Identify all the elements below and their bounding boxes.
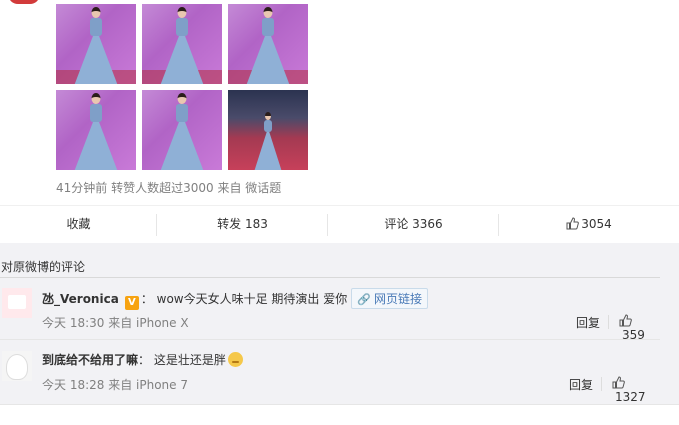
thumbs-up-icon xyxy=(566,217,580,230)
comment-like-button[interactable]: 359 xyxy=(619,314,660,342)
favorite-button[interactable]: 收藏 xyxy=(0,206,157,244)
comment-line: 到底给不给用了嘛： 这是壮还是胖 xyxy=(42,351,243,368)
photo-thumbnail-6[interactable] xyxy=(228,90,308,170)
link-icon: 🔗 xyxy=(357,293,371,306)
emoji-icon xyxy=(227,352,243,367)
web-link-button[interactable]: 🔗 网页链接 xyxy=(351,288,428,309)
comment-line: 氹_Veronica V： wow今天女人味十足 期待演出 爱你 🔗 网页链接 xyxy=(42,288,428,310)
commenter-name[interactable]: 氹_Veronica xyxy=(42,292,119,306)
comment-text: ： 这是壮还是胖 xyxy=(138,353,226,367)
comment-label: 评论 3366 xyxy=(384,217,443,231)
like-button[interactable]: 3054 xyxy=(499,206,679,244)
commenter-name[interactable]: 到底给不给用了嘛 xyxy=(42,353,138,367)
like-count: 3054 xyxy=(581,217,612,231)
photo-thumbnail-1[interactable] xyxy=(56,4,136,84)
thumbs-up-icon xyxy=(612,376,625,389)
vip-badge-icon[interactable]: V xyxy=(124,296,139,310)
weibo-post-card: 41分钟前 转赞人数超过3000 来自 微话题 收藏 转发 183 评论 336… xyxy=(0,0,679,243)
repost-label: 转发 183 xyxy=(217,217,268,231)
action-divider xyxy=(608,315,609,329)
comments-section-title: 对原微博的评论 xyxy=(0,258,660,278)
comment-like-count: 1327 xyxy=(615,390,646,404)
reply-button[interactable]: 回复 xyxy=(569,376,593,393)
repost-button[interactable]: 转发 183 xyxy=(157,206,328,244)
comment-divider xyxy=(0,339,660,340)
action-divider xyxy=(601,377,602,391)
next-post-card xyxy=(0,404,679,425)
reply-button[interactable]: 回复 xyxy=(576,314,600,331)
comment-item: 到底给不给用了嘛： 这是壮还是胖 今天 18:28 来自 iPhone 7 回复… xyxy=(0,349,660,404)
web-link-label: 网页链接 xyxy=(373,292,422,306)
post-meta: 41分钟前 转赞人数超过3000 来自 微话题 xyxy=(56,181,282,195)
post-action-bar: 收藏 转发 183 评论 3366 3054 xyxy=(0,205,679,243)
comment-time: 今天 18:30 来自 iPhone X xyxy=(42,316,189,330)
favorite-label: 收藏 xyxy=(66,217,91,231)
comment-like-button[interactable]: 1327 xyxy=(612,376,660,404)
comment-time: 今天 18:28 来自 iPhone 7 xyxy=(42,378,188,392)
comment-item: 氹_Veronica V： wow今天女人味十足 期待演出 爱你 🔗 网页链接 今天 … xyxy=(0,287,660,342)
photo-thumbnail-4[interactable] xyxy=(56,90,136,170)
comment-text: ： wow今天女人味十足 期待演出 爱你 xyxy=(140,292,348,306)
commenter-avatar[interactable] xyxy=(2,351,32,381)
photo-thumbnail-2[interactable] xyxy=(142,4,222,84)
author-avatar[interactable] xyxy=(8,0,40,4)
photo-thumbnail-3[interactable] xyxy=(228,4,308,84)
commenter-avatar[interactable] xyxy=(2,288,32,318)
photo-thumbnail-5[interactable] xyxy=(142,90,222,170)
comment-button[interactable]: 评论 3366 xyxy=(328,206,499,244)
thumbs-up-icon xyxy=(619,314,632,327)
